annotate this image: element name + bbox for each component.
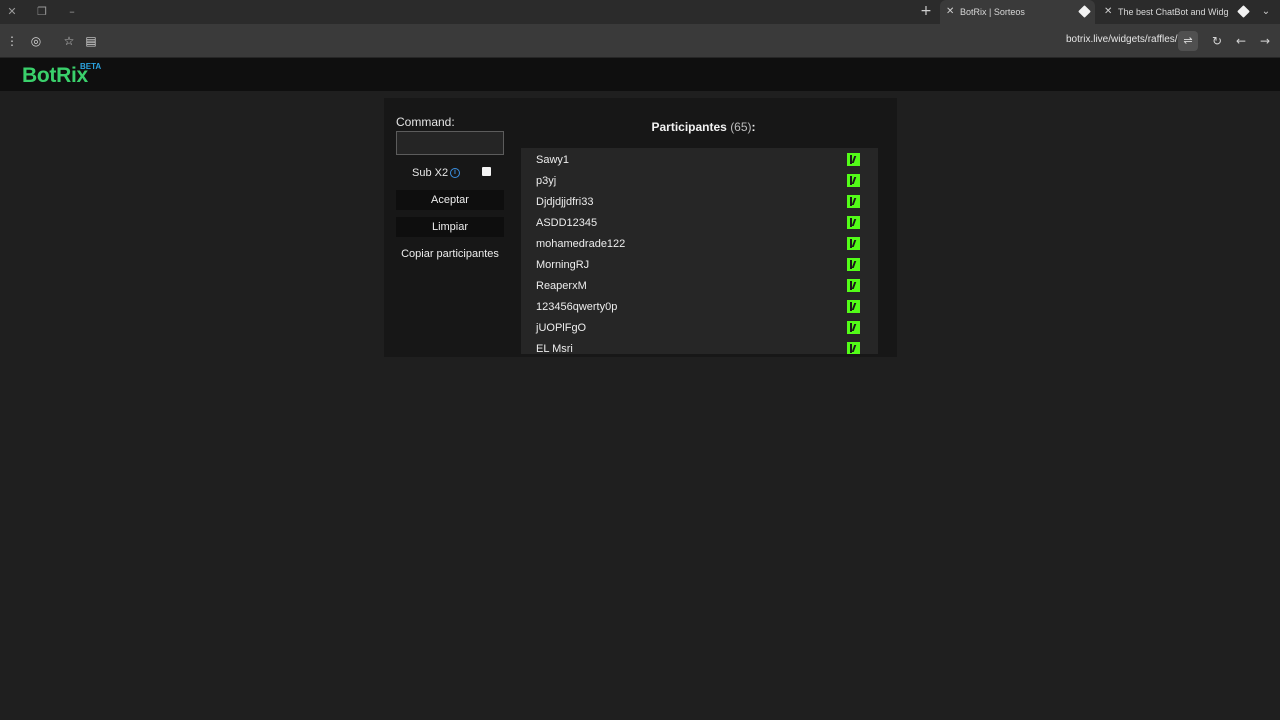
site-settings-icon[interactable]: ⇌ — [1178, 31, 1198, 51]
participant-name: jUOPlFgO — [536, 322, 587, 334]
tab-title: The best ChatBot and Widgets — [1118, 7, 1228, 17]
kick-icon — [847, 195, 860, 208]
close-window-icon[interactable]: ✕ — [4, 4, 20, 20]
clear-button[interactable]: Limpiar — [396, 217, 504, 237]
kick-icon — [847, 279, 860, 292]
info-icon[interactable]: i — [450, 168, 460, 178]
back-icon[interactable]: ← — [1233, 33, 1249, 49]
participants-list[interactable]: Sawy1 p3yj Djdjdjjdfri33 ASDD12345 moham… — [521, 148, 878, 354]
kick-icon — [847, 237, 860, 250]
browser-tab-strip: ✕ ❐ – + ✕ BotRix | Sorteos ✕ The best Ch… — [0, 0, 1280, 24]
participant-name: ASDD12345 — [536, 217, 598, 229]
accept-button[interactable]: Aceptar — [396, 190, 504, 210]
participant-name: mohamedrade122 — [536, 238, 626, 250]
participants-title-suffix: : — [751, 120, 756, 134]
tab-title: BotRix | Sorteos — [960, 7, 1025, 17]
participant-name: EL Msri — [536, 343, 573, 354]
participant-row: p3yj — [521, 170, 866, 191]
participants-title: Participantes (65): — [521, 120, 886, 134]
reload-icon[interactable]: ↻ — [1209, 33, 1225, 49]
participants-count: (65) — [730, 120, 752, 134]
tab-search-chevron-icon[interactable]: ⌄ — [1258, 4, 1274, 20]
site-header: BotRix BETA — [0, 58, 1280, 91]
sub-x2-label: Sub X2 — [412, 167, 449, 179]
participant-name: 123456qwerty0p — [536, 301, 618, 313]
tab-favicon-icon — [1237, 5, 1250, 18]
tab-botrix-sorteos[interactable]: ✕ BotRix | Sorteos — [940, 0, 1095, 24]
kick-icon — [847, 153, 860, 166]
menu-icon[interactable]: ⋮ — [4, 33, 20, 49]
kick-icon — [847, 258, 860, 271]
participant-row: MorningRJ — [521, 254, 866, 275]
participant-row: mohamedrade122 — [521, 233, 866, 254]
participant-name: Sawy1 — [536, 154, 570, 166]
participant-row: Sawy1 — [521, 149, 866, 170]
kick-icon — [847, 174, 860, 187]
minimize-window-icon[interactable]: – — [64, 4, 80, 20]
botrix-logo[interactable]: BotRix — [22, 64, 88, 88]
tab-botrix-home[interactable]: ✕ The best ChatBot and Widgets — [1098, 0, 1253, 24]
command-label: Command: — [396, 115, 455, 129]
new-tab-icon[interactable]: + — [918, 3, 934, 19]
participant-name: ReaperxM — [536, 280, 587, 292]
command-input[interactable] — [396, 131, 504, 155]
bookmark-star-icon[interactable]: ☆ — [61, 33, 77, 49]
kick-icon — [847, 216, 860, 229]
participant-name: p3yj — [536, 175, 557, 187]
tab-favicon-icon — [1078, 5, 1091, 18]
copy-participants-button[interactable]: Copiar participantes — [396, 244, 504, 264]
reader-mode-icon[interactable]: ▤ — [83, 33, 99, 49]
profile-icon[interactable]: ◎ — [28, 33, 44, 49]
participant-row: ReaperxM — [521, 275, 866, 296]
participant-row: EL Msri — [521, 338, 866, 354]
forward-icon[interactable]: → — [1257, 33, 1273, 49]
address-bar-url[interactable]: botrix.live/widgets/raffles/ — [1066, 34, 1178, 45]
participant-name: MorningRJ — [536, 259, 590, 271]
sub-x2-row: Sub X2 i — [396, 165, 504, 181]
browser-toolbar: ⋮ ◎ ☆ ▤ botrix.live/widgets/raffles/ ⇌ ↻… — [0, 24, 1280, 58]
participant-row: Djdjdjjdfri33 — [521, 191, 866, 212]
participant-row: ASDD12345 — [521, 212, 866, 233]
sub-x2-checkbox[interactable] — [482, 167, 491, 176]
participant-row: 123456qwerty0p — [521, 296, 866, 317]
participants-title-label: Participantes — [651, 120, 727, 134]
raffle-widget: Command: Sub X2 i Aceptar Limpiar Copiar… — [384, 98, 897, 357]
kick-icon — [847, 321, 860, 334]
kick-icon — [847, 342, 860, 354]
tab-close-icon[interactable]: ✕ — [1104, 0, 1112, 24]
tab-close-icon[interactable]: ✕ — [946, 0, 954, 24]
beta-badge: BETA — [80, 62, 102, 71]
participant-row: jUOPlFgO — [521, 317, 866, 338]
kick-icon — [847, 300, 860, 313]
restore-window-icon[interactable]: ❐ — [34, 4, 50, 20]
participant-name: Djdjdjjdfri33 — [536, 196, 594, 208]
